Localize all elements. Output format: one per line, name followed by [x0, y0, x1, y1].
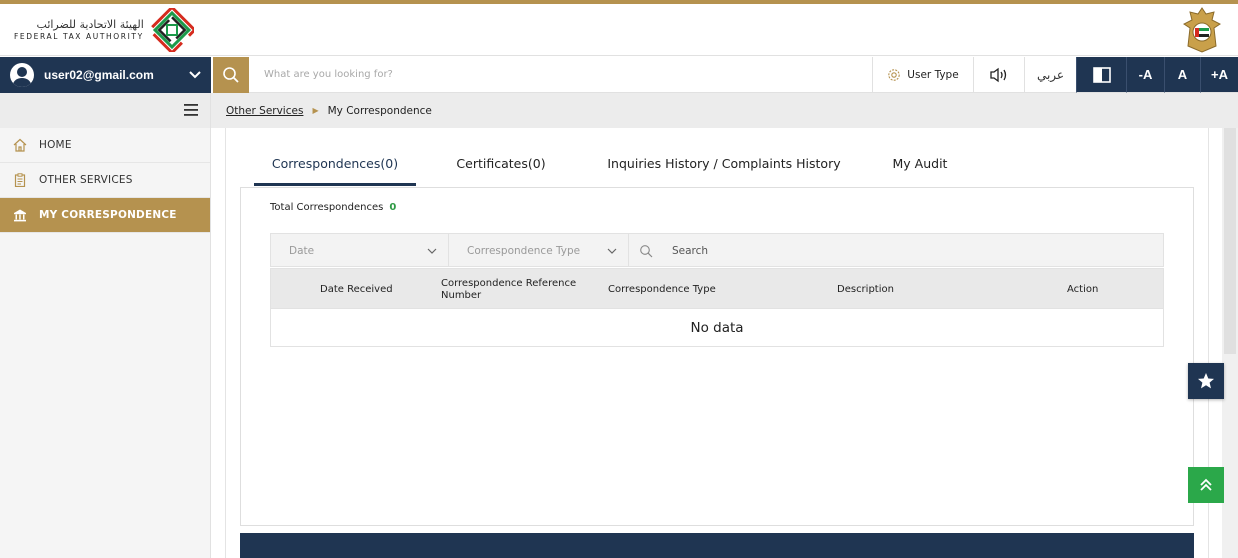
language-toggle[interactable]: عربي: [1024, 57, 1076, 93]
table-search-placeholder: Search: [672, 244, 709, 257]
column-header: Action: [1067, 283, 1099, 295]
sidebar-item-label: HOME: [39, 139, 72, 151]
date-filter-dropdown[interactable]: Date: [271, 234, 449, 267]
date-filter-label: Date: [289, 244, 315, 257]
sidebar-item-home[interactable]: HOME: [0, 128, 210, 163]
fta-logo[interactable]: الهيئة الاتحادية للضرائب FEDERAL TAX AUT…: [14, 8, 194, 52]
chevron-down-icon: [607, 248, 617, 254]
gear-icon: [888, 68, 901, 81]
footer-bar: [240, 533, 1194, 558]
contrast-toggle[interactable]: [1076, 57, 1126, 93]
search-icon: [640, 244, 653, 257]
tab-inquiries-complaints-history[interactable]: Inquiries History / Complaints History: [594, 146, 854, 186]
column-header: Correspondence Type: [608, 283, 716, 295]
chevron-down-icon: [427, 248, 437, 254]
font-decrease-button[interactable]: -A: [1126, 57, 1164, 93]
tab-correspondences[interactable]: Correspondences(0): [254, 146, 416, 186]
font-increase-button[interactable]: +A: [1200, 57, 1238, 93]
type-filter-label: Correspondence Type: [467, 244, 581, 257]
global-search-input[interactable]: [264, 69, 872, 80]
user-type-button[interactable]: User Type: [872, 57, 973, 93]
user-email: user02@gmail.com: [44, 68, 154, 82]
home-icon: [12, 137, 28, 153]
column-header: Correspondence Reference Number: [441, 277, 577, 301]
global-search-field: [249, 57, 872, 93]
column-header: Description: [837, 283, 894, 295]
double-chevron-up-icon: [1200, 478, 1212, 491]
logo-english-text: FEDERAL TAX AUTHORITY: [14, 31, 144, 41]
user-menu[interactable]: user02@gmail.com: [0, 57, 211, 93]
user-avatar-icon: [10, 63, 34, 87]
institution-icon: [12, 207, 28, 223]
breadcrumb-link-other-services[interactable]: Other Services: [226, 105, 303, 117]
star-icon: [1198, 373, 1214, 389]
total-correspondences: Total Correspondences 0: [270, 202, 396, 213]
text-to-speech-button[interactable]: [973, 57, 1024, 93]
speaker-icon: [990, 67, 1007, 82]
sidebar: HOME OTHER SERVICES MY CORRESPONDENCE: [0, 93, 211, 558]
breadcrumb-separator-icon: ▶: [312, 106, 319, 115]
uae-emblem-icon: [1183, 7, 1221, 53]
total-count: 0: [389, 202, 397, 213]
breadcrumb-current: My Correspondence: [327, 104, 432, 117]
sidebar-item-label: MY CORRESPONDENCE: [39, 209, 177, 221]
search-icon: [223, 67, 239, 83]
tab-my-audit[interactable]: My Audit: [884, 146, 956, 186]
contrast-icon: [1092, 66, 1111, 83]
correspondence-type-dropdown[interactable]: Correspondence Type: [449, 234, 629, 267]
user-type-label: User Type: [907, 68, 959, 81]
search-button[interactable]: [213, 57, 249, 93]
hamburger-menu-icon[interactable]: [184, 104, 198, 116]
site-header: الهيئة الاتحادية للضرائب FEDERAL TAX AUT…: [0, 4, 1238, 56]
table-search-field[interactable]: Search: [629, 234, 1164, 267]
fta-logo-icon: [149, 8, 194, 52]
font-normal-button[interactable]: A: [1164, 57, 1200, 93]
sidebar-item-other-services[interactable]: OTHER SERVICES: [0, 163, 210, 198]
column-header: Date Received: [320, 283, 393, 295]
chevron-down-icon: [189, 71, 201, 79]
scroll-to-top-button[interactable]: [1188, 467, 1224, 503]
page-scrollbar-thumb[interactable]: [1224, 128, 1236, 354]
tab-certificates[interactable]: Certificates(0): [444, 146, 558, 186]
table-header: Date Received Correspondence Reference N…: [270, 268, 1164, 309]
empty-table-message: No data: [270, 309, 1164, 347]
filter-bar: Date Correspondence Type Search: [270, 233, 1164, 267]
correspondence-tabs: Correspondences(0) Certificates(0) Inqui…: [254, 146, 1194, 186]
sidebar-item-my-correspondence[interactable]: MY CORRESPONDENCE: [0, 198, 210, 233]
favorites-button[interactable]: [1188, 363, 1224, 399]
logo-arabic-text: الهيئة الاتحادية للضرائب: [36, 17, 144, 31]
breadcrumb: Other Services ▶ My Correspondence: [211, 93, 1238, 128]
clipboard-icon: [12, 172, 28, 188]
total-label: Total Correspondences: [270, 202, 384, 213]
sidebar-item-label: OTHER SERVICES: [39, 174, 133, 186]
